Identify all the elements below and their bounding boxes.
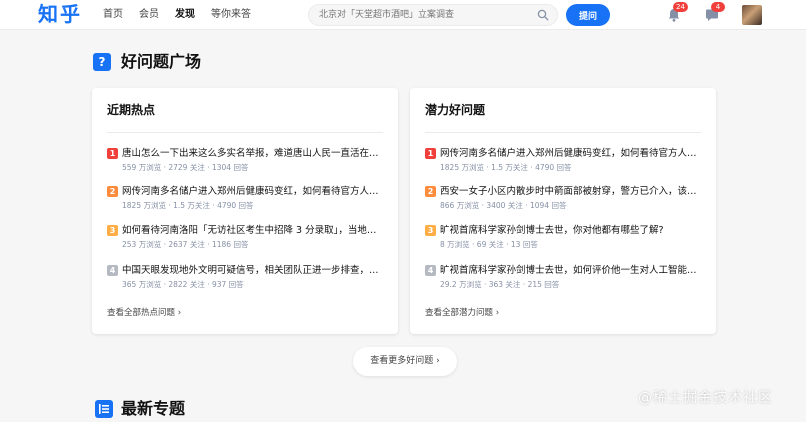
nav-waiting-answers[interactable]: 等你来答	[211, 0, 251, 30]
top-navigation-bar: 知乎 首页 会员 发现 等你来答 提问 24 4	[0, 0, 806, 30]
question-stats: 559 万浏览 · 2729 关注 · 1304 回答	[122, 163, 249, 172]
rank-badge: 1	[425, 148, 436, 159]
question-icon: ?	[93, 53, 111, 71]
notifications-badge: 24	[673, 2, 688, 12]
rank-badge: 2	[425, 186, 436, 197]
messages-badge: 4	[711, 2, 725, 12]
view-all-hot-link[interactable]: 查看全部热点问题 ›	[107, 307, 181, 319]
question-stats: 8 万浏览 · 69 关注 · 13 回答	[440, 240, 538, 249]
question-title[interactable]: 网传河南多名储户进入郑州后健康码变红，如何看待官方人员的回应？	[122, 184, 384, 199]
question-stats: 253 万浏览 · 2637 关注 · 1186 回答	[122, 240, 249, 249]
hot-item-2[interactable]: 2 网传河南多名储户进入郑州后健康码变红，如何看待官方人员的回应？ 1825 万…	[107, 184, 385, 216]
hot-item-3[interactable]: 3 如何看待河南洛阳「无访社区考生中招降 3 分录取」，当地教育局回应？ 253…	[107, 223, 385, 255]
user-avatar[interactable]	[742, 5, 762, 25]
search-box	[308, 4, 558, 26]
potential-questions-card: 潜力好问题 1 网传河南多名储户进入郑州后健康码变红，如何看待官方人员的回应？ …	[410, 88, 716, 334]
divider	[107, 132, 383, 133]
nav-home[interactable]: 首页	[103, 0, 123, 30]
hot-item-1[interactable]: 1 唐山怎么一下出来这么多实名举报，难道唐山人民一直活在阴影里吗？ 559 万浏…	[107, 146, 385, 178]
divider	[425, 132, 701, 133]
messages-button[interactable]: 4	[702, 2, 725, 25]
view-more-label: 查看更多好问题	[370, 356, 434, 366]
nav-vip[interactable]: 会员	[139, 0, 159, 30]
potential-item-3[interactable]: 3 旷视首席科学家孙剑博士去世，你对他都有哪些了解? 8 万浏览 · 69 关注…	[425, 223, 703, 255]
question-title[interactable]: 旷视首席科学家孙剑博士去世，你对他都有哪些了解?	[440, 223, 702, 238]
rank-badge: 3	[107, 225, 118, 236]
potential-item-4[interactable]: 4 旷视首席科学家孙剑博士去世，如何评价他一生对人工智能领域的贡献？ 29.2 …	[425, 263, 703, 295]
hot-questions-card: 近期热点 1 唐山怎么一下出来这么多实名举报，难道唐山人民一直活在阴影里吗？ 5…	[92, 88, 398, 334]
rank-badge: 4	[107, 265, 118, 276]
view-more-questions-button[interactable]: 查看更多好问题 ›	[353, 347, 457, 376]
hot-card-title: 近期热点	[107, 103, 156, 117]
potential-item-1[interactable]: 1 网传河南多名储户进入郑州后健康码变红，如何看待官方人员的回应？ 1825 万…	[425, 146, 703, 178]
question-stats: 866 万浏览 · 3400 关注 · 1094 回答	[440, 201, 567, 210]
question-stats: 29.2 万浏览 · 363 关注 · 215 回答	[440, 280, 560, 289]
section-title-good-questions: 好问题广场	[121, 52, 202, 71]
potential-item-2[interactable]: 2 西安一女子小区内散步时中箭面部被射穿，警方已介入，该事件应如何定性？ 866…	[425, 184, 703, 216]
rank-badge: 4	[425, 265, 436, 276]
notifications-button[interactable]: 24	[664, 2, 688, 25]
question-title[interactable]: 中国天眼发现地外文明可疑信号，相关团队正进一步排查，信号意味着什么？	[122, 263, 384, 278]
question-title[interactable]: 唐山怎么一下出来这么多实名举报，难道唐山人民一直活在阴影里吗？	[122, 146, 384, 161]
question-title[interactable]: 西安一女子小区内散步时中箭面部被射穿，警方已介入，该事件应如何定性？	[440, 184, 702, 199]
question-title[interactable]: 网传河南多名储户进入郑州后健康码变红，如何看待官方人员的回应？	[440, 146, 702, 161]
main-nav: 首页 会员 发现 等你来答	[103, 0, 267, 30]
view-all-potential-link[interactable]: 查看全部潜力问题 ›	[425, 307, 499, 319]
watermark: @稀土掘金技术社区	[638, 390, 773, 406]
question-title[interactable]: 旷视首席科学家孙剑博士去世，如何评价他一生对人工智能领域的贡献？	[440, 263, 702, 278]
question-stats: 1825 万浏览 · 1.5 万关注 · 4790 回答	[122, 201, 254, 210]
ask-question-button[interactable]: 提问	[566, 4, 610, 26]
section-title-latest-topics: 最新专题	[121, 399, 186, 418]
search-input[interactable]	[319, 5, 534, 25]
potential-card-title: 潜力好问题	[425, 103, 486, 117]
search-icon[interactable]	[537, 9, 549, 21]
nav-discover[interactable]: 发现	[175, 0, 195, 30]
chevron-right-icon: ›	[436, 356, 440, 366]
zhihu-logo[interactable]: 知乎	[38, 2, 82, 26]
rank-badge: 3	[425, 225, 436, 236]
rank-badge: 1	[107, 148, 118, 159]
hot-item-4[interactable]: 4 中国天眼发现地外文明可疑信号，相关团队正进一步排查，信号意味着什么？ 365…	[107, 263, 385, 295]
question-stats: 1825 万浏览 · 1.5 万关注 · 4790 回答	[440, 163, 572, 172]
topic-list-icon	[95, 400, 113, 418]
question-stats: 365 万浏览 · 2822 关注 · 937 回答	[122, 280, 244, 289]
rank-badge: 2	[107, 186, 118, 197]
question-title[interactable]: 如何看待河南洛阳「无访社区考生中招降 3 分录取」，当地教育局回应？	[122, 223, 384, 238]
